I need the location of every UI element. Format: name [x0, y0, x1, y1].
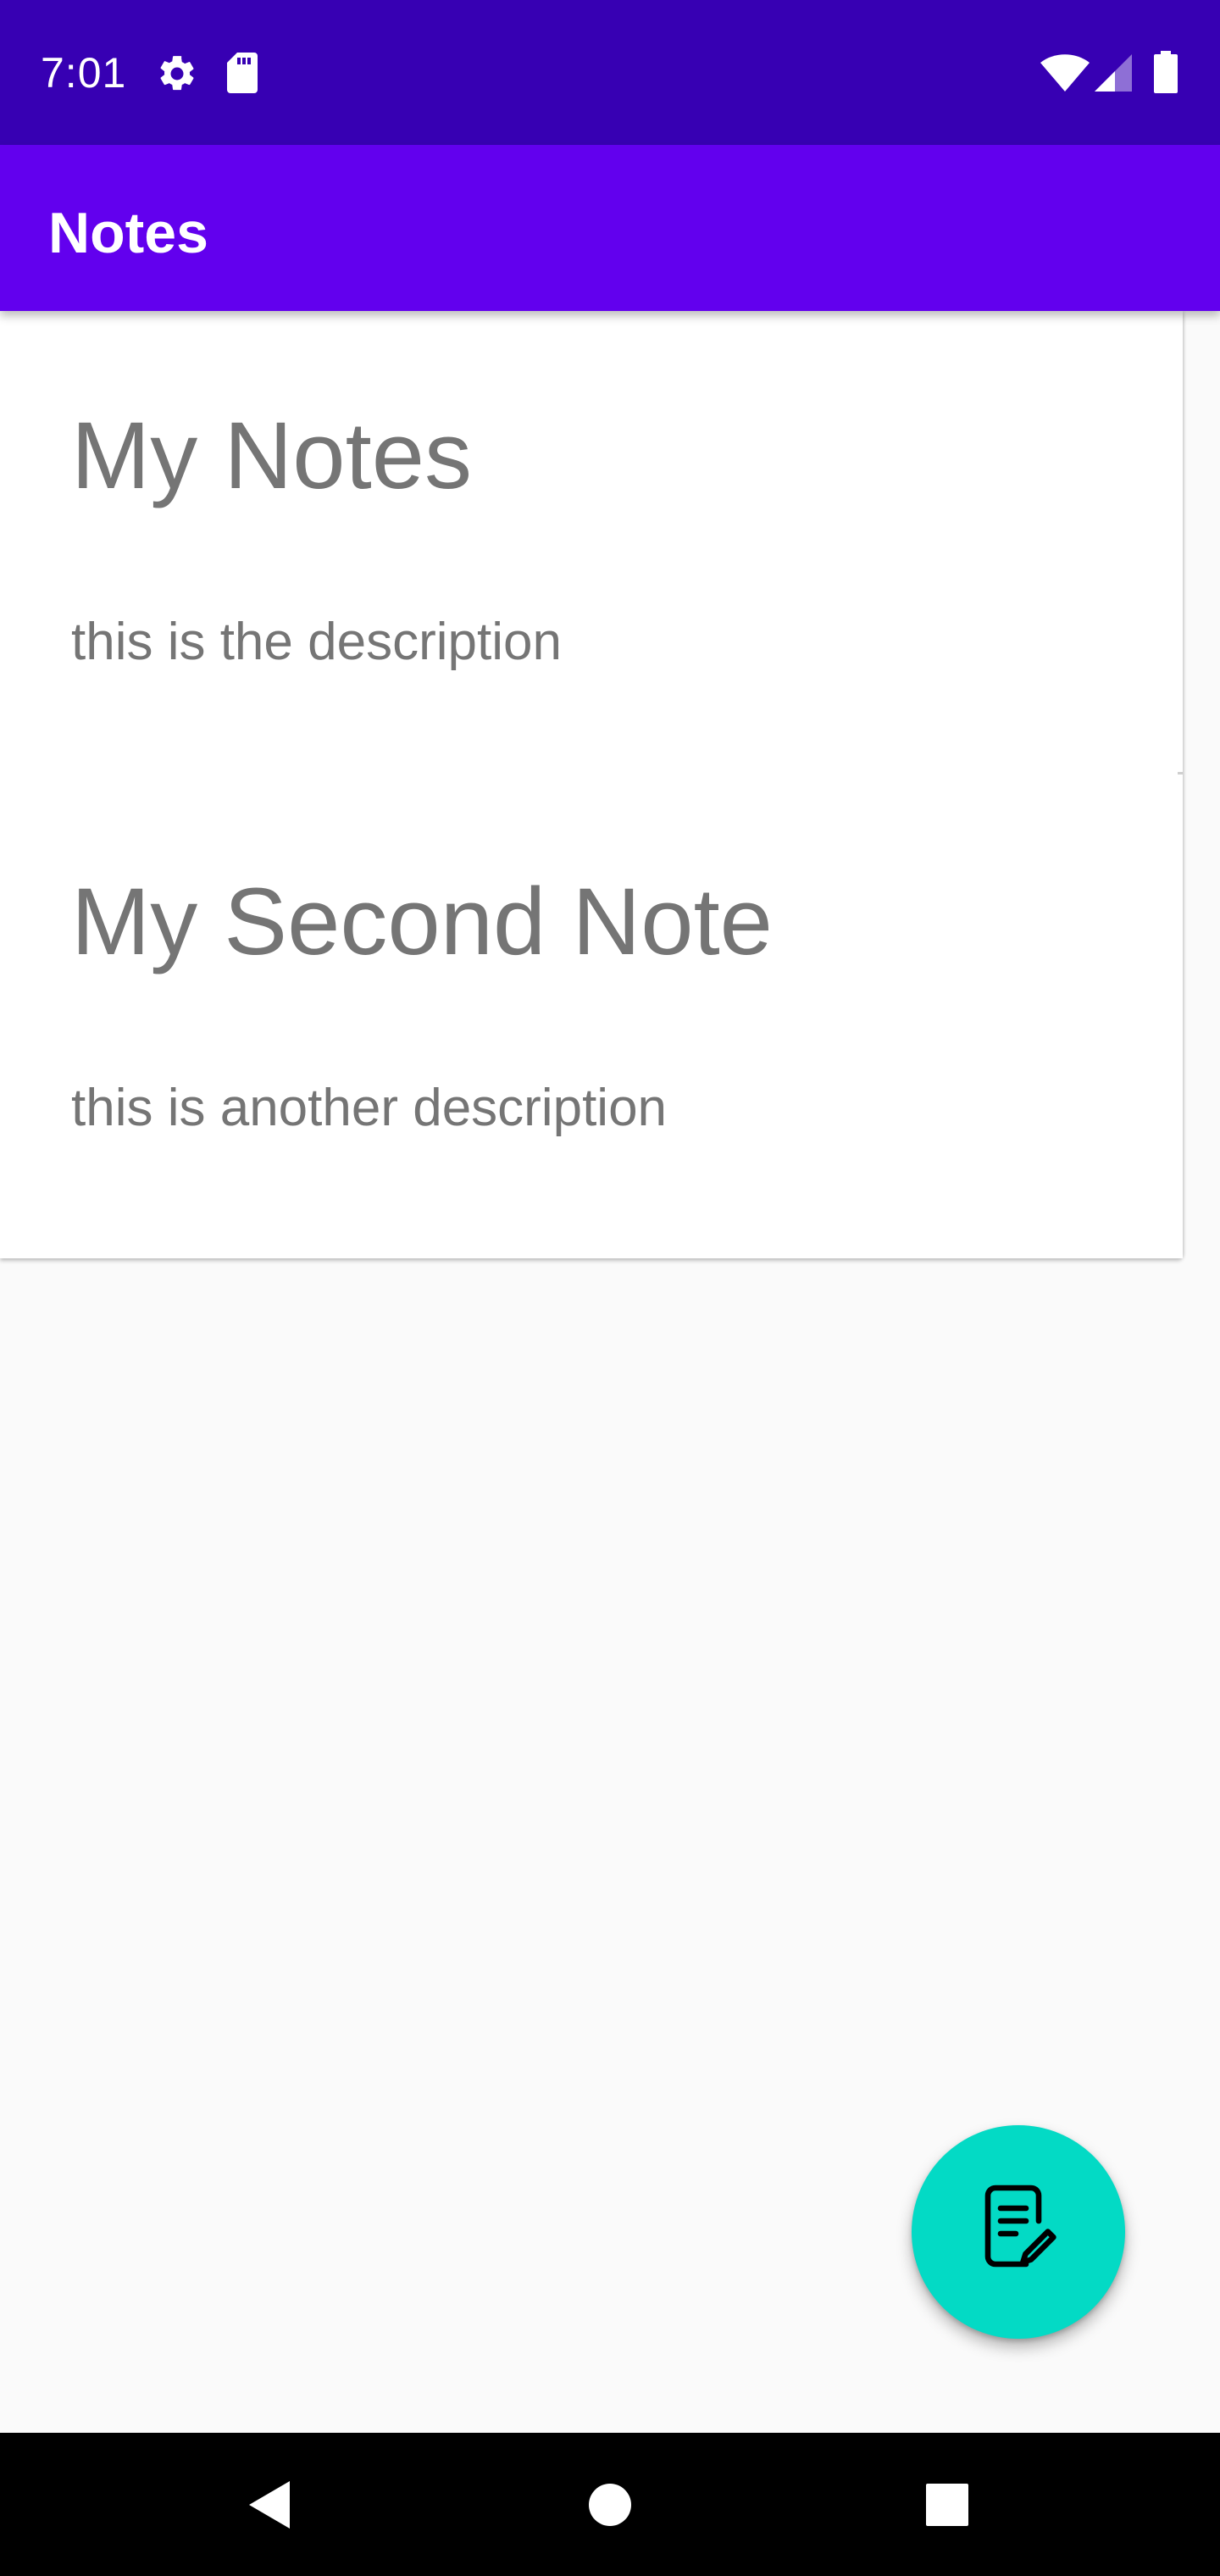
- note-item[interactable]: My Second Note this is another descripti…: [0, 777, 1183, 1258]
- note-item[interactable]: My Notes this is the description: [0, 311, 1183, 792]
- status-bar: 7:01: [0, 0, 1220, 145]
- battery-icon: [1154, 51, 1178, 93]
- notes-list: My Notes this is the description My Seco…: [0, 311, 1183, 1258]
- note-title: My Second Note: [71, 869, 773, 974]
- note-title: My Notes: [71, 402, 472, 508]
- home-icon: [589, 2483, 631, 2526]
- settings-icon: [160, 56, 194, 91]
- recents-icon: [926, 2483, 968, 2526]
- nav-home-button[interactable]: [525, 2433, 695, 2576]
- add-note-button[interactable]: [912, 2125, 1125, 2339]
- edit-note-icon: [984, 2185, 1056, 2268]
- status-time: 7:01: [41, 49, 127, 97]
- wifi-icon: [1040, 54, 1090, 92]
- note-description: this is the description: [71, 613, 562, 671]
- notes-screen: 7:01 Notes My Notes this is the descript…: [0, 0, 1220, 2576]
- nav-recents-button[interactable]: [862, 2433, 1032, 2576]
- sd-card-icon: [227, 53, 258, 93]
- back-icon: [249, 2480, 290, 2529]
- divider: [1178, 772, 1183, 774]
- cellular-signal-icon: [1095, 54, 1132, 92]
- app-bar: Notes: [0, 145, 1220, 311]
- nav-back-button[interactable]: [185, 2433, 354, 2576]
- system-nav-bar: [0, 2433, 1220, 2576]
- note-description: this is another description: [71, 1079, 668, 1137]
- app-title: Notes: [48, 201, 208, 265]
